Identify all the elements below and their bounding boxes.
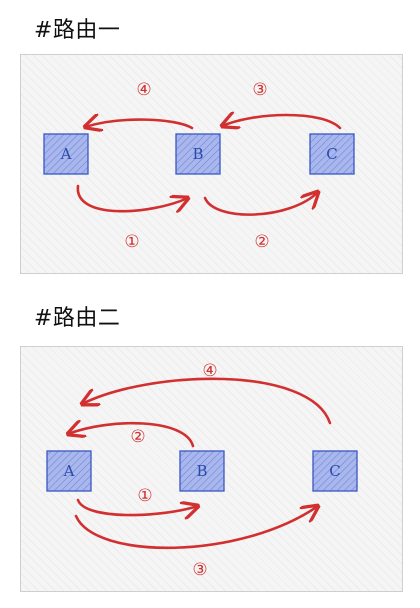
route-1-diagram: A B C ④ ③ ① ② bbox=[43, 80, 355, 252]
node-a: A bbox=[46, 450, 92, 492]
arrow-step-2 bbox=[203, 192, 318, 216]
route-2-diagram: A B C ④ ② ① ③ bbox=[46, 361, 358, 580]
node-c-label: C bbox=[329, 462, 340, 480]
arrow-step-4 bbox=[85, 120, 194, 128]
step-label-3: ③ bbox=[192, 560, 207, 580]
node-a-label: A bbox=[60, 145, 72, 163]
arrow-step-3 bbox=[222, 115, 342, 128]
step-label-2: ② bbox=[254, 232, 269, 252]
diagram-canvas: A B C ④ ③ ① ② A B C ④ ② ① ③ bbox=[43, 80, 358, 580]
step-label-1: ① bbox=[124, 232, 139, 252]
node-c-label: C bbox=[326, 145, 337, 163]
node-b-label: B bbox=[192, 145, 203, 163]
node-b: B bbox=[179, 450, 225, 492]
step-label-3: ③ bbox=[252, 80, 267, 100]
node-c: C bbox=[312, 450, 358, 492]
node-b: B bbox=[175, 133, 221, 175]
node-a: A bbox=[43, 133, 89, 175]
step-label-2: ② bbox=[130, 427, 145, 447]
arrow-step-4 bbox=[82, 377, 332, 425]
step-label-4: ④ bbox=[202, 361, 217, 381]
step-label-4: ④ bbox=[136, 80, 151, 100]
node-c: C bbox=[309, 133, 355, 175]
arrow-step-1 bbox=[76, 184, 188, 211]
step-label-1: ① bbox=[137, 486, 152, 506]
node-a-label: A bbox=[63, 462, 75, 480]
arrow-step-3 bbox=[74, 506, 318, 550]
node-b-label: B bbox=[196, 462, 207, 480]
